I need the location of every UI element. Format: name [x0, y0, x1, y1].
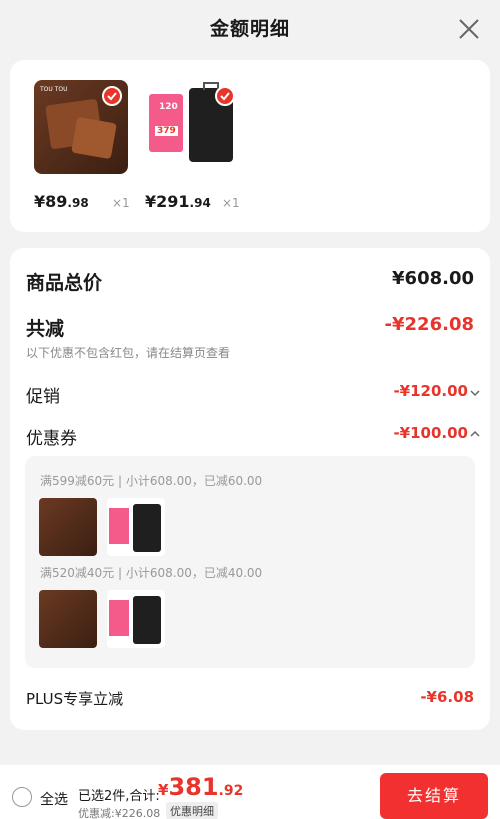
discount-value: -¥226.08 [384, 314, 474, 335]
product-item[interactable]: 120 379 [147, 80, 241, 174]
coupon-value: -¥100.00 [393, 424, 468, 442]
modal-title: 金额明细 [209, 18, 290, 40]
discount-note: 以下优惠不包含红包，请在结算页查看 [26, 346, 231, 360]
discount-detail-tag[interactable]: 优惠明细 [166, 802, 218, 819]
chevron-up-icon[interactable] [470, 429, 480, 439]
product-qty: ×1 [222, 196, 240, 210]
checkout-bar: 全选 已选2件,合计: ¥381.92 优惠减:¥226.08 优惠明细 去结算 [0, 765, 500, 819]
total-amount: ¥381.92 [158, 773, 244, 801]
product-price: ¥291.94 [145, 192, 211, 211]
selected-check-icon[interactable] [215, 86, 235, 106]
coupon-detail-box: 满599减60元 | 小计608.00，已减60.00 满520减40元 | 小… [25, 456, 475, 668]
product-card: TOU TOU 120 379 ¥89.98 ×1 ¥291.94 ×1 [10, 60, 490, 232]
wallet-thumb [39, 498, 97, 556]
selected-info: 已选2件,合计: [78, 789, 160, 804]
close-icon[interactable] [458, 18, 480, 40]
summary-card: 商品总价 ¥608.00 共减 -¥226.08 以下优惠不包含红包，请在结算页… [10, 248, 490, 730]
promo-tag-number: 120 [159, 102, 178, 112]
promo-value: -¥120.00 [393, 382, 468, 400]
discount-row: 共减 -¥226.08 [26, 314, 474, 340]
suitcase-product-image: 120 379 [147, 80, 241, 174]
total-value: ¥608.00 [392, 268, 474, 289]
select-all-radio[interactable] [12, 787, 32, 807]
product-item[interactable]: TOU TOU [34, 80, 128, 174]
checkout-button[interactable]: 去结算 [380, 773, 488, 819]
product-qty: ×1 [112, 196, 130, 210]
coupon-group-title: 满599减60元 | 小计608.00，已减60.00 [40, 474, 263, 488]
suitcase-thumb [107, 590, 165, 648]
total-label: 商品总价 [26, 272, 103, 294]
discount-label: 共减 [26, 318, 65, 340]
modal-header: 金额明细 [0, 0, 500, 58]
plus-value: -¥6.08 [420, 688, 474, 706]
selected-check-icon[interactable] [102, 86, 122, 106]
total-row: 商品总价 ¥608.00 [26, 268, 474, 294]
suitcase-thumb [107, 498, 165, 556]
plus-label: PLUS专享立减 [26, 690, 124, 708]
plus-row: PLUS专享立减 -¥6.08 [26, 688, 474, 710]
wallet-product-image: TOU TOU [34, 80, 128, 174]
promo-label: 促销 [26, 387, 60, 407]
coupon-row[interactable]: 优惠券 -¥100.00 [26, 424, 480, 449]
discount-line: 优惠减:¥226.08 [78, 807, 161, 819]
promo-tag-price: 379 [155, 126, 178, 136]
coupon-label: 优惠券 [26, 429, 77, 449]
brand-label: TOU TOU [40, 86, 68, 93]
promo-row[interactable]: 促销 -¥120.00 [26, 382, 480, 407]
coupon-group-title: 满520减40元 | 小计608.00，已减40.00 [40, 566, 263, 580]
select-all-label[interactable]: 全选 [40, 789, 68, 809]
product-price: ¥89.98 [34, 192, 89, 211]
wallet-thumb [39, 590, 97, 648]
chevron-down-icon[interactable] [470, 388, 480, 398]
